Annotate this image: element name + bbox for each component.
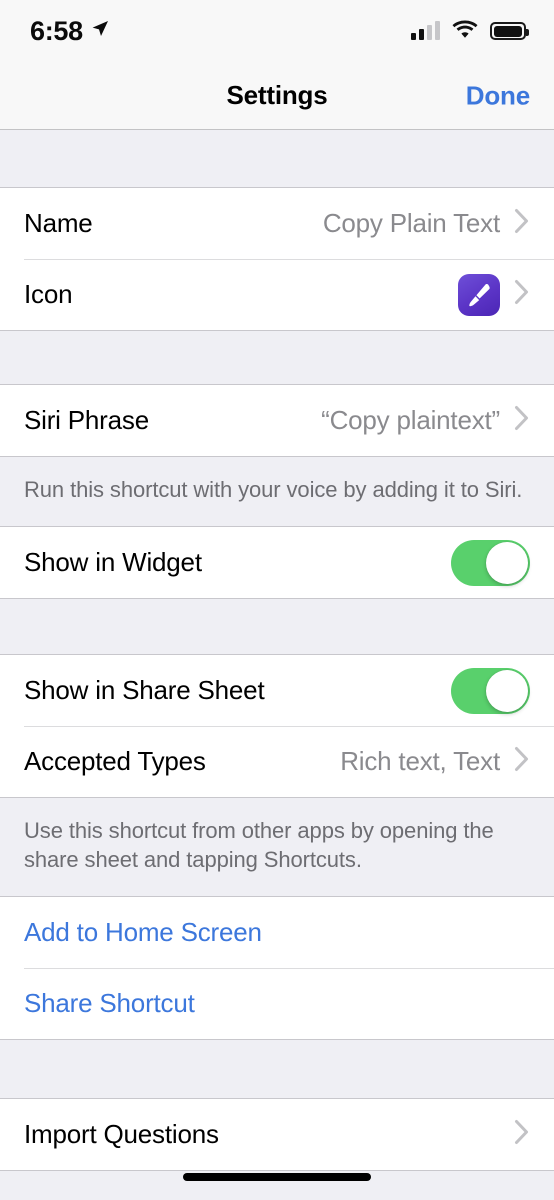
status-bar-clock: 6:58 [30,15,83,46]
chevron-right-icon [514,1119,530,1150]
navigation-bar: Settings Done [0,62,554,130]
add-to-home-screen-label: Add to Home Screen [24,917,262,948]
row-accepted-types-right: Rich text, Text [340,746,530,777]
show-in-share-sheet-toggle[interactable] [451,667,530,714]
row-icon-label: Icon [24,279,73,309]
section-gap-import [0,1040,554,1099]
share-sheet-group: Show in Share Sheet Accepted Types Rich … [0,654,554,799]
section-gap-siri [0,331,554,384]
row-name[interactable]: Name Copy Plain Text [0,188,554,259]
location-arrow-icon [90,19,110,44]
row-share-shortcut[interactable]: Share Shortcut [0,968,554,1040]
chevron-right-icon [514,208,530,239]
status-bar-left: 6:58 [30,16,110,47]
row-siri-phrase-value: “Copy plaintext” [321,405,500,435]
actions-group: Add to Home Screen Share Shortcut [0,896,554,1041]
row-show-in-widget[interactable]: Show in Widget [0,527,554,599]
row-accepted-types-label: Accepted Types [24,746,206,777]
home-indicator[interactable] [183,1173,371,1181]
section-gap-share [0,599,554,655]
row-siri-phrase-right: “Copy plaintext” [321,405,530,436]
identity-group: Name Copy Plain Text Icon [0,187,554,331]
row-import-questions[interactable]: Import Questions [0,1099,554,1171]
chevron-right-icon [514,405,530,436]
row-icon[interactable]: Icon [0,259,554,330]
row-import-questions-right [514,1119,530,1150]
row-accepted-types[interactable]: Accepted Types Rich text, Text [0,726,554,798]
widget-group: Show in Widget [0,526,554,600]
row-name-label: Name [24,208,93,238]
row-show-in-share-sheet-label: Show in Share Sheet [24,675,265,706]
status-bar: 6:58 [0,0,554,62]
share-shortcut-label: Share Shortcut [24,988,195,1019]
row-import-questions-label: Import Questions [24,1119,219,1150]
row-icon-right [458,273,530,316]
row-name-right: Copy Plain Text [323,208,530,239]
battery-full-icon [490,22,529,40]
show-in-widget-toggle[interactable] [451,539,530,586]
siri-group: Siri Phrase “Copy plaintext” [0,384,554,457]
status-bar-right [411,19,529,43]
row-add-to-home-screen[interactable]: Add to Home Screen [0,897,554,969]
done-button[interactable]: Done [466,80,530,111]
import-group: Import Questions [0,1098,554,1172]
home-indicator-zone [0,1172,554,1200]
row-accepted-types-value: Rich text, Text [340,746,500,777]
row-show-in-share-sheet-right [451,667,530,714]
row-siri-phrase[interactable]: Siri Phrase “Copy plaintext” [0,385,554,456]
row-show-in-widget-label: Show in Widget [24,547,202,578]
row-show-in-share-sheet[interactable]: Show in Share Sheet [0,655,554,727]
siri-footer-text: Run this shortcut with your voice by add… [0,457,554,527]
cellular-signal-icon [411,21,440,40]
chevron-right-icon [514,279,530,310]
row-name-value: Copy Plain Text [322,208,500,238]
row-siri-phrase-label: Siri Phrase [24,405,149,435]
section-gap-top [0,130,554,187]
wifi-icon [452,19,478,43]
paintbrush-icon [458,273,500,316]
row-show-in-widget-right [451,539,530,586]
chevron-right-icon [514,746,530,777]
page-title: Settings [226,80,328,110]
settings-screen: 6:58 Settings Done Name Copy Plain Text … [0,0,554,1200]
share-sheet-footer-text: Use this shortcut from other apps by ope… [0,798,554,897]
